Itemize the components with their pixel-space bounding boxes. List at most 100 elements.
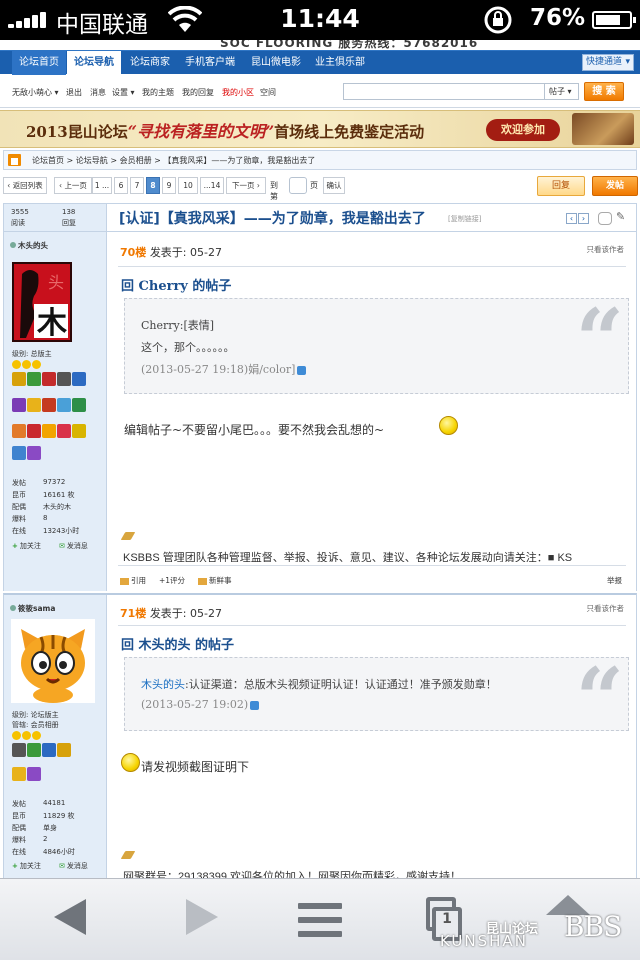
ad-artwork — [572, 113, 634, 145]
wrench-icon[interactable]: ✎ — [616, 210, 625, 223]
stat-label: 在线 — [12, 527, 26, 535]
follow-label: 加关注 — [19, 542, 41, 550]
search-input[interactable] — [343, 83, 545, 100]
send-message-button[interactable]: ✉ 发消息 — [59, 861, 88, 871]
battery-fill — [596, 15, 620, 25]
jump-up-icon[interactable] — [297, 365, 307, 375]
quick-nav-dropdown[interactable]: 快捷通道 — [582, 54, 634, 71]
medal-icon — [27, 743, 41, 757]
nav-owners-club[interactable]: 业主俱乐部 — [308, 51, 372, 75]
svg-text:木: 木 — [36, 306, 67, 341]
send-message-button[interactable]: ✉ 发消息 — [59, 541, 88, 551]
settings-menu[interactable]: 设置 ▾ — [112, 87, 135, 98]
back-to-list-button[interactable]: ‹ 返回列表 — [3, 177, 47, 194]
stat-value: 11829 枚 — [43, 812, 75, 820]
back-arrow-icon[interactable] — [54, 899, 86, 935]
avatar[interactable]: 头 木 — [12, 262, 72, 342]
quote-line: 这个，那个。。。。。。 — [141, 341, 235, 354]
goto-confirm-button[interactable]: 确认 — [323, 177, 345, 194]
page-6[interactable]: 6 — [114, 177, 128, 194]
goto-page-input[interactable] — [289, 177, 307, 194]
views-label: 阅读 — [11, 219, 25, 227]
jump-up-icon[interactable] — [250, 700, 260, 710]
thread-header: 3555 阅读 138 回复 [认证]【真我风采】——为了勋章，我是豁出去了 [复制… — [3, 203, 637, 232]
views-count: 3555 — [11, 208, 29, 216]
medal-icon — [12, 424, 26, 438]
stat-label: 配偶 — [12, 824, 26, 832]
select-checkbox[interactable] — [598, 212, 612, 225]
pencil-icon — [120, 851, 136, 859]
ad-banner[interactable]: 2013昆山论坛“寻找有落里的文明”首场线上免费鉴定活动 欢迎参加 — [0, 110, 640, 148]
nav-merchants[interactable]: 论坛商家 — [123, 51, 177, 75]
forward-arrow-icon[interactable] — [186, 899, 218, 935]
bookmarks-icon[interactable] — [298, 903, 342, 937]
page-7[interactable]: 7 — [130, 177, 144, 194]
username-menu[interactable]: 无敌小萌心 ▾ — [12, 87, 59, 98]
author-name[interactable]: 木头的头 — [10, 240, 48, 251]
page-9[interactable]: 9 — [162, 177, 176, 194]
battery-percent: 76% — [530, 5, 586, 31]
smiley-icon — [12, 360, 21, 369]
rate-button[interactable]: +1评分 — [159, 575, 185, 586]
page-first[interactable]: 1 ... — [92, 177, 112, 194]
author-name[interactable]: 筱筱sama — [10, 603, 55, 614]
online-status-icon — [10, 242, 16, 248]
quote-button[interactable]: 引用 — [120, 575, 146, 586]
page-last[interactable]: ...14 — [200, 177, 224, 194]
stat-value: 单身 — [43, 824, 57, 832]
quote-author-link[interactable]: 木头的头 — [141, 678, 185, 691]
nav-forum-guide[interactable]: 论坛导航 — [67, 51, 121, 75]
report-link[interactable]: 举报 — [607, 575, 622, 586]
medal-icon — [12, 743, 26, 757]
share-news-button[interactable]: 新鲜事 — [198, 575, 232, 586]
post-body: 请发视频截图证明下 — [141, 760, 250, 774]
reply-button[interactable]: 回复 — [537, 176, 585, 196]
settings-label: 设置 — [112, 88, 128, 97]
home-icon[interactable] — [8, 154, 21, 166]
nav-micro-film[interactable]: 昆山微电影 — [244, 51, 308, 75]
only-author-link[interactable]: 只看该作者 — [587, 244, 625, 255]
search-button[interactable]: 搜 索 — [584, 82, 624, 101]
back-to-list-label: 返回列表 — [12, 181, 43, 190]
space-link[interactable]: 空间 — [260, 87, 276, 98]
message-label: 发消息 — [66, 542, 88, 550]
quote-line: 木头的头:认证渠道：总版木头视频证明认证！认证通过！准予颁发勋章！ — [141, 676, 497, 692]
only-author-link[interactable]: 只看该作者 — [587, 603, 625, 614]
next-thread-icon[interactable]: › — [578, 213, 589, 224]
my-replies-link[interactable]: 我的回复 — [182, 87, 214, 98]
my-threads-link[interactable]: 我的主题 — [142, 87, 174, 98]
breadcrumb-text[interactable]: 论坛首页 > 论坛导航 > 会员相册 > 【真我风采】——为了勋章，我是豁出去了 — [32, 155, 315, 166]
messages-link[interactable]: 消息 — [90, 87, 106, 98]
floor-number: 70楼 — [120, 246, 147, 259]
follow-button[interactable]: + 加关注 — [12, 861, 41, 871]
stat-label: 发帖 — [12, 479, 26, 487]
copy-link[interactable]: [复制链接] — [448, 214, 481, 224]
nav-mobile-client[interactable]: 手机客户端 — [178, 51, 242, 75]
prev-page-button[interactable]: ‹ 上一页 — [54, 177, 92, 194]
new-post-button[interactable]: 发帖 — [592, 176, 638, 196]
next-page-button[interactable]: 下一页 › — [226, 177, 266, 194]
page-current[interactable]: 8 — [146, 177, 160, 194]
avatar[interactable] — [11, 619, 95, 703]
thread-replies: 138 回复 — [62, 207, 76, 229]
medal-icon — [12, 446, 26, 460]
follow-button[interactable]: + 加关注 — [12, 541, 41, 551]
stat-value: 8 — [43, 514, 48, 522]
ad-text: 2013昆山论坛“寻找有落里的文明”首场线上免费鉴定活动 — [26, 118, 424, 142]
post-70: 木头的头 头 木 级别: 总版主 发帖 97372 昆币 16161 枚 配偶 … — [3, 231, 637, 591]
page-10[interactable]: 10 — [178, 177, 198, 194]
logout-link[interactable]: 退出 — [66, 87, 82, 98]
nav-home[interactable]: 论坛首页 — [12, 51, 66, 75]
main-nav: 论坛首页 论坛导航 论坛商家 手机客户端 昆山微电影 业主俱乐部 快捷通道 — [0, 50, 640, 75]
search-type-select[interactable]: 帖子 ▾ — [545, 83, 579, 100]
author-name-text: 筱筱sama — [18, 604, 56, 613]
online-status-icon — [10, 605, 16, 611]
ad-join-badge: 欢迎参加 — [486, 119, 560, 141]
message-icon: ✉ — [59, 862, 65, 870]
quote-timestamp: (2013-05-27 19:18)娟/color] — [141, 363, 296, 376]
prev-thread-icon[interactable]: ‹ — [566, 213, 577, 224]
status-bar: 中国联通 11:44 76% — [0, 0, 640, 40]
medal-icon — [27, 446, 41, 460]
quote-text: :认证渠道：总版木头视频证明认证！认证通过！准予颁发勋章！ — [185, 678, 497, 691]
my-community-link[interactable]: 我的小区 — [222, 87, 254, 98]
